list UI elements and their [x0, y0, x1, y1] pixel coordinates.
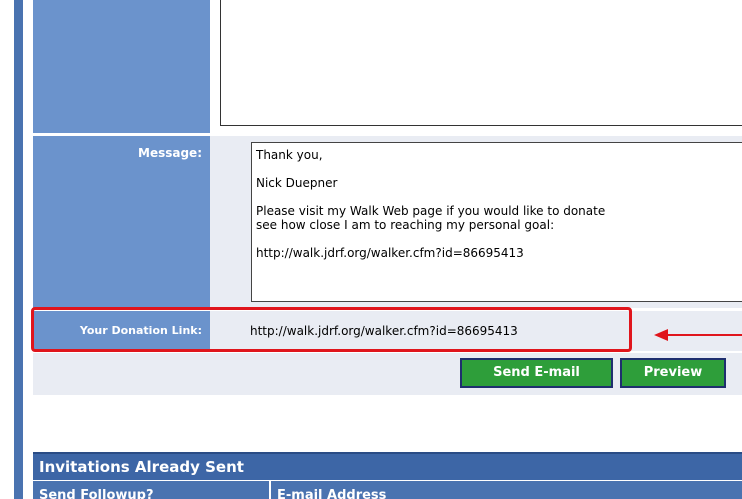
preview-button[interactable]: Preview [620, 358, 726, 388]
annotation-arrow-icon [654, 329, 668, 341]
message-line: http://walk.jdrf.org/walker.cfm?id=86695… [256, 246, 524, 260]
message-label: Message: [33, 136, 210, 308]
previous-textarea[interactable] [220, 0, 742, 126]
message-line: Nick Duepner [256, 176, 338, 190]
annotation-arrow-line [668, 334, 742, 336]
message-line [256, 190, 742, 204]
invitations-column-headers: Send Followup? E-mail Address [33, 481, 742, 499]
previous-field-label-cell [33, 0, 210, 133]
invitations-header: Invitations Already Sent [33, 452, 742, 480]
column-email-address: E-mail Address [277, 488, 387, 499]
donation-highlight-annotation [31, 307, 632, 352]
message-line [256, 162, 742, 176]
message-line: Please visit my Walk Web page if you wou… [256, 204, 606, 218]
message-line [256, 232, 742, 246]
message-line: see how close I am to reaching my person… [256, 218, 555, 232]
send-email-button[interactable]: Send E-mail [460, 358, 613, 388]
message-textarea[interactable]: Thank you, Nick Duepner Please visit my Wa… [251, 142, 742, 302]
column-send-followup: Send Followup? [33, 481, 271, 499]
left-accent-stripe [14, 0, 23, 499]
message-line: Thank you, [256, 148, 323, 162]
